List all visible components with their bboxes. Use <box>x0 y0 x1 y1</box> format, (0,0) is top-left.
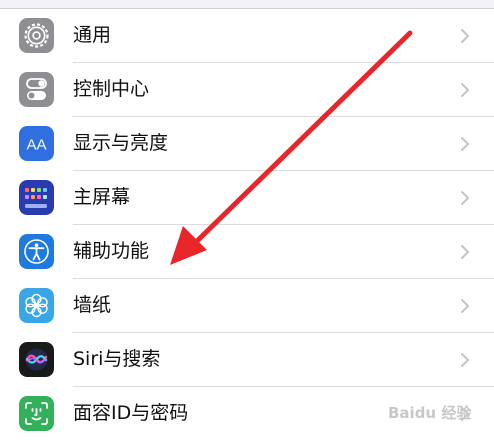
settings-row-display-brightness[interactable]: AA 显示与亮度 <box>0 117 494 171</box>
settings-row-home-screen[interactable]: 主屏幕 <box>0 171 494 225</box>
settings-row-label: Siri与搜索 <box>73 348 161 370</box>
chevron-right-icon <box>461 299 469 313</box>
settings-row-wallpaper[interactable]: 墙纸 <box>0 279 494 333</box>
settings-row-general[interactable]: 通用 <box>0 9 494 63</box>
app-grid-icon <box>19 180 54 215</box>
settings-row-label: 面容ID与密码 <box>73 402 189 424</box>
settings-row-control-center[interactable]: 控制中心 <box>0 63 494 117</box>
chevron-right-icon <box>461 137 469 151</box>
chevron-right-icon <box>461 245 469 259</box>
settings-row-label: 通用 <box>73 24 112 46</box>
chevron-right-icon <box>461 353 469 367</box>
siri-orb-icon <box>19 342 54 377</box>
flower-icon <box>19 288 54 323</box>
accessibility-person-icon <box>19 234 54 269</box>
settings-row-label: 显示与亮度 <box>73 132 169 154</box>
text-size-aa-icon: AA <box>19 126 54 161</box>
toggle-switches-icon <box>19 72 54 107</box>
baidu-jingyan-watermark: Baidu 经验 <box>388 404 472 422</box>
settings-row-siri-search[interactable]: Siri与搜索 <box>0 333 494 387</box>
settings-row-accessibility[interactable]: 辅助功能 <box>0 225 494 279</box>
settings-row-label: 辅助功能 <box>73 240 150 262</box>
top-section-strip <box>0 0 494 9</box>
face-id-icon <box>19 396 54 431</box>
chevron-right-icon <box>461 83 469 97</box>
svg-text:AA: AA <box>26 137 46 154</box>
settings-row-label: 主屏幕 <box>73 186 131 208</box>
chevron-right-icon <box>461 191 469 205</box>
settings-row-label: 墙纸 <box>73 294 112 316</box>
settings-row-label: 控制中心 <box>73 78 150 100</box>
gear-icon <box>19 18 54 53</box>
chevron-right-icon <box>461 29 469 43</box>
